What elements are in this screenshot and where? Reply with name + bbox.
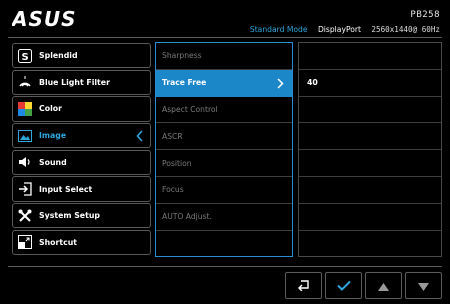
color-mode: Standard Mode bbox=[249, 25, 308, 34]
submenu-item-label: Aspect Control bbox=[162, 104, 218, 114]
submenu-item-sharpness[interactable]: Sharpness bbox=[156, 43, 292, 70]
svg-text:ASUS: ASUS bbox=[12, 9, 77, 29]
blue-light-filter-icon bbox=[18, 75, 32, 89]
value-row bbox=[299, 204, 441, 231]
image-icon bbox=[18, 129, 32, 143]
splendid-icon: S bbox=[18, 48, 32, 63]
submenu-item-aspect-control[interactable]: Aspect Control bbox=[156, 97, 292, 124]
asus-logo: ASUS bbox=[10, 7, 90, 33]
menu-item-label: Shortcut bbox=[39, 237, 77, 247]
menu-item-image[interactable]: Image bbox=[12, 123, 151, 149]
menu-item-label: Blue Light Filter bbox=[39, 77, 110, 87]
value-row bbox=[299, 43, 441, 70]
value-row bbox=[299, 123, 441, 151]
value-row bbox=[299, 97, 441, 124]
input-source: DisplayPort bbox=[317, 25, 361, 34]
up-button[interactable] bbox=[365, 272, 402, 299]
value-row bbox=[299, 150, 441, 177]
back-button[interactable] bbox=[285, 272, 322, 299]
menu-item-blue-light-filter[interactable]: Blue Light Filter bbox=[12, 69, 151, 95]
trace-free-value[interactable]: 40 bbox=[299, 70, 441, 97]
submenu-item-label: Sharpness bbox=[162, 51, 202, 61]
check-icon bbox=[336, 276, 351, 295]
osd-navigation bbox=[285, 272, 445, 300]
submenu-item-focus[interactable]: Focus bbox=[156, 177, 292, 204]
back-icon bbox=[297, 276, 311, 295]
menu-item-system-setup[interactable]: System Setup bbox=[12, 203, 151, 229]
footer-divider bbox=[8, 266, 442, 267]
menu-item-shortcut[interactable]: Shortcut bbox=[12, 229, 151, 255]
submenu-item-auto-adjust[interactable]: AUTO Adjust. bbox=[156, 204, 292, 231]
value-panel: 40 bbox=[298, 42, 442, 257]
image-submenu: Sharpness Trace Free Aspect Control ASCR… bbox=[155, 42, 293, 257]
submenu-item-label: Trace Free bbox=[162, 78, 207, 88]
up-arrow-icon bbox=[378, 276, 389, 295]
menu-item-label: Image bbox=[39, 131, 67, 141]
confirm-button[interactable] bbox=[325, 272, 362, 299]
submenu-item-position[interactable]: Position bbox=[156, 150, 292, 177]
status-bar: Standard Mode DisplayPort 2560x1440@ 60H… bbox=[242, 25, 440, 34]
menu-item-input-select[interactable]: Input Select bbox=[12, 176, 151, 202]
svg-text:S: S bbox=[22, 52, 29, 63]
menu-item-color[interactable]: Color bbox=[12, 96, 151, 122]
header-divider bbox=[8, 37, 442, 38]
shortcut-icon bbox=[18, 235, 32, 250]
menu-item-label: System Setup bbox=[39, 211, 100, 221]
down-button[interactable] bbox=[405, 272, 442, 299]
submenu-item-label: AUTO Adjust. bbox=[162, 212, 212, 222]
value-row bbox=[299, 177, 441, 204]
chevron-right-icon bbox=[277, 78, 284, 91]
submenu-item-ascr[interactable]: ASCR bbox=[156, 123, 292, 151]
model-name: PB258 bbox=[410, 10, 440, 20]
value-row bbox=[299, 231, 441, 258]
submenu-item-label: ASCR bbox=[162, 131, 183, 141]
main-menu: S Splendid Blue Light Filter Color Image… bbox=[12, 43, 151, 257]
menu-item-splendid[interactable]: S Splendid bbox=[12, 43, 151, 69]
menu-item-label: Input Select bbox=[39, 184, 93, 194]
down-arrow-icon bbox=[418, 276, 429, 295]
submenu-item-label: Focus bbox=[162, 185, 184, 195]
menu-item-label: Sound bbox=[39, 157, 67, 167]
tools-icon bbox=[18, 209, 32, 223]
menu-item-label: Splendid bbox=[39, 51, 78, 61]
chevron-left-icon bbox=[136, 130, 144, 144]
submenu-item-empty bbox=[156, 231, 292, 258]
submenu-item-label: Position bbox=[162, 158, 192, 168]
color-palette-icon bbox=[18, 101, 32, 116]
submenu-item-trace-free[interactable]: Trace Free bbox=[156, 69, 292, 97]
menu-item-sound[interactable]: Sound bbox=[12, 149, 151, 175]
speaker-icon bbox=[18, 155, 32, 169]
input-select-icon bbox=[18, 182, 32, 196]
resolution: 2560x1440@ 60Hz bbox=[371, 25, 440, 34]
menu-item-label: Color bbox=[39, 104, 62, 114]
